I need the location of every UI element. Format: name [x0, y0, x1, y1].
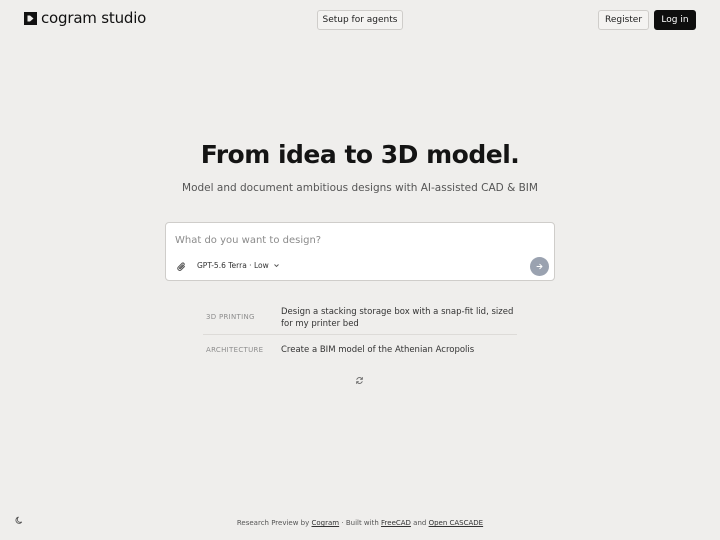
model-selector[interactable]: GPT-5.6 Terra · Low	[197, 261, 280, 270]
send-button[interactable]	[530, 257, 549, 276]
refresh-icon[interactable]	[355, 376, 364, 385]
hero-title: From idea to 3D model.	[200, 140, 520, 169]
suggestion-item-architecture[interactable]: ARCHITECTURE Create a BIM model of the A…	[203, 335, 517, 359]
chevron-down-icon	[273, 264, 279, 268]
suggestion-category: ARCHITECTURE	[206, 346, 264, 354]
prompt-box: GPT-5.6 Terra · Low	[165, 222, 555, 281]
brand-name: cogram studio	[41, 9, 147, 27]
register-button[interactable]: Register	[598, 10, 649, 30]
login-button[interactable]: Log in	[654, 10, 696, 30]
model-name: GPT-5.6 Terra · Low	[197, 261, 269, 270]
cogram-link[interactable]: Cogram	[312, 519, 340, 527]
suggestion-category: 3D PRINTING	[206, 313, 255, 321]
brand-logo[interactable]: cogram studio	[24, 9, 146, 27]
footer-built-with: Built with	[345, 519, 379, 527]
suggestion-text: Create a BIM model of the Athenian Acrop…	[281, 345, 475, 355]
open-cascade-link[interactable]: Open CASCADE	[429, 519, 484, 527]
suggestion-list: 3D PRINTING Design a stacking storage bo…	[203, 302, 517, 359]
design-prompt-input[interactable]	[175, 232, 535, 248]
freecad-link[interactable]: FreeCAD	[381, 519, 411, 527]
footer: Research Preview by Cogram · Built with …	[0, 519, 720, 527]
paperclip-icon[interactable]	[176, 261, 188, 273]
footer-prefix: Research Preview by	[236, 519, 310, 527]
suggestion-item-3d-printing[interactable]: 3D PRINTING Design a stacking storage bo…	[203, 302, 517, 335]
page: cogram studio Setup for agents Register …	[0, 0, 720, 540]
hero-subtitle: Model and document ambitious designs wit…	[182, 182, 538, 194]
suggestion-text: Design a stacking storage box with a sna…	[281, 307, 514, 329]
footer-separator: ·	[341, 519, 344, 527]
cogram-logo-icon	[24, 11, 37, 25]
arrow-right-icon	[536, 263, 543, 270]
setup-for-agents-button[interactable]: Setup for agents	[317, 10, 403, 30]
footer-and: and	[413, 519, 427, 527]
